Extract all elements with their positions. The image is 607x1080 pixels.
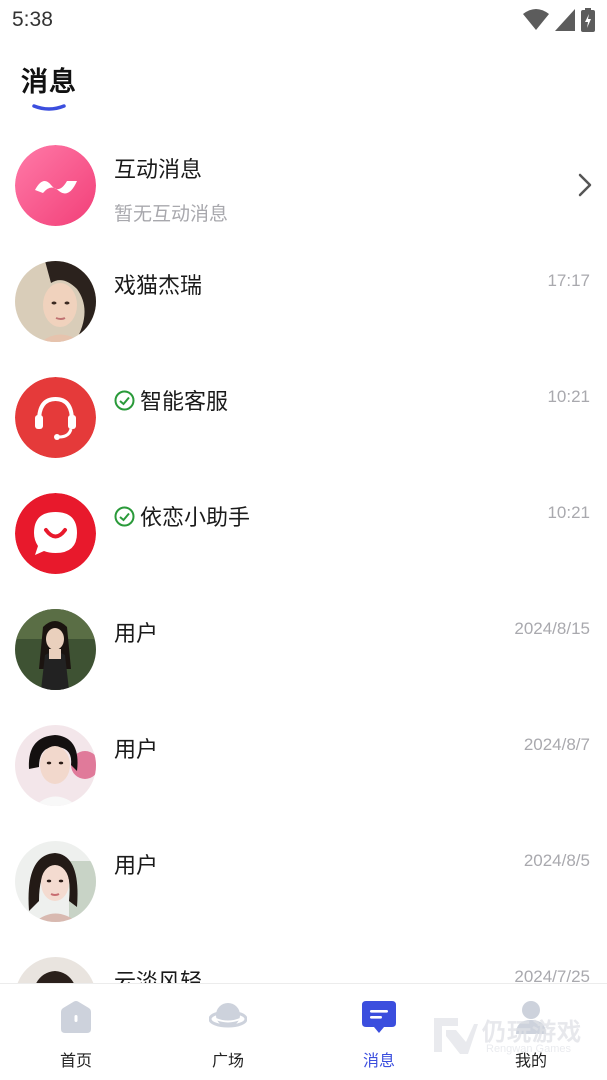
battery-icon [581,8,595,32]
contact-name: 用户 [114,853,159,878]
wifi-icon [523,9,549,30]
message-time: 17:17 [547,271,590,290]
chevron-right-icon [578,173,592,197]
page-title: 消息 [21,67,77,97]
message-icon [362,1001,396,1033]
list-item-conversation[interactable]: 戏猫杰瑞 17:17 [0,242,607,358]
nav-item-home[interactable]: 首页 [36,998,116,1074]
planet-icon [209,1003,247,1028]
message-time: 2024/8/15 [514,619,590,638]
nav-item-plaza[interactable]: 广场 [188,998,268,1074]
avatar [15,609,96,690]
user-photo [15,725,96,806]
header: 消息 [0,48,607,118]
nav-label: 广场 [211,1053,244,1070]
contact-name: 云淡风轻 [114,969,203,983]
watermark-title: 仍玩游戏 [482,1019,582,1046]
verified-check-icon [114,390,135,410]
message-list[interactable]: 互动消息 暂无互动消息 戏猫杰瑞 17:17 智能客服 10:21 依恋小助手 … [0,126,607,983]
title-underline [32,104,66,111]
nav-label: 消息 [362,1053,395,1070]
status-time: 5:38 [12,8,53,31]
verified-check-icon [114,506,135,526]
message-preview: 暂无互动消息 [114,204,229,225]
user-photo [15,841,96,922]
user-photo [15,261,96,342]
avatar [15,725,96,806]
contact-name: 依恋小助手 [114,500,250,532]
interaction-icon [15,145,96,226]
cell-signal-icon [555,9,575,31]
avatar [15,841,96,922]
avatar [15,493,96,574]
contact-name: 用户 [114,621,159,646]
avatar [15,261,96,342]
list-item-conversation[interactable]: 智能客服 10:21 [0,358,607,474]
home-icon [61,1001,91,1033]
list-item-conversation[interactable]: 用户 2024/8/15 [0,590,607,706]
user-photo [15,957,96,983]
contact-name: 戏猫杰瑞 [114,273,203,298]
watermark: 仍玩游戏 Rengwan Games [430,1012,590,1062]
watermark-subtitle: Rengwan Games [486,1043,571,1055]
message-time: 10:21 [547,503,590,522]
message-time: 2024/7/25 [514,967,590,983]
contact-name: 智能客服 [114,384,228,416]
assistant-chat-icon [15,493,96,574]
list-item-conversation[interactable]: 云淡风轻 2024/7/25 [0,938,607,983]
nav-item-messages[interactable]: 消息 [339,998,419,1074]
contact-name: 用户 [114,737,159,762]
list-item-conversation[interactable]: 依恋小助手 10:21 [0,474,607,590]
list-item-interaction[interactable]: 互动消息 暂无互动消息 [0,126,607,242]
customer-service-icon [15,377,96,458]
status-bar: 5:38 [0,0,607,40]
message-time: 10:21 [547,387,590,406]
message-time: 2024/8/5 [523,851,590,870]
message-time: 2024/8/7 [523,735,590,754]
user-photo [15,609,96,690]
interaction-avatar [15,145,96,226]
nav-label: 首页 [59,1053,92,1070]
status-icons [523,8,595,32]
avatar [15,957,96,983]
list-item-conversation[interactable]: 用户 2024/8/7 [0,706,607,822]
list-item-conversation[interactable]: 用户 2024/8/5 [0,822,607,938]
watermark-logo-icon [434,1018,478,1054]
avatar [15,377,96,458]
contact-name: 互动消息 [114,157,203,182]
